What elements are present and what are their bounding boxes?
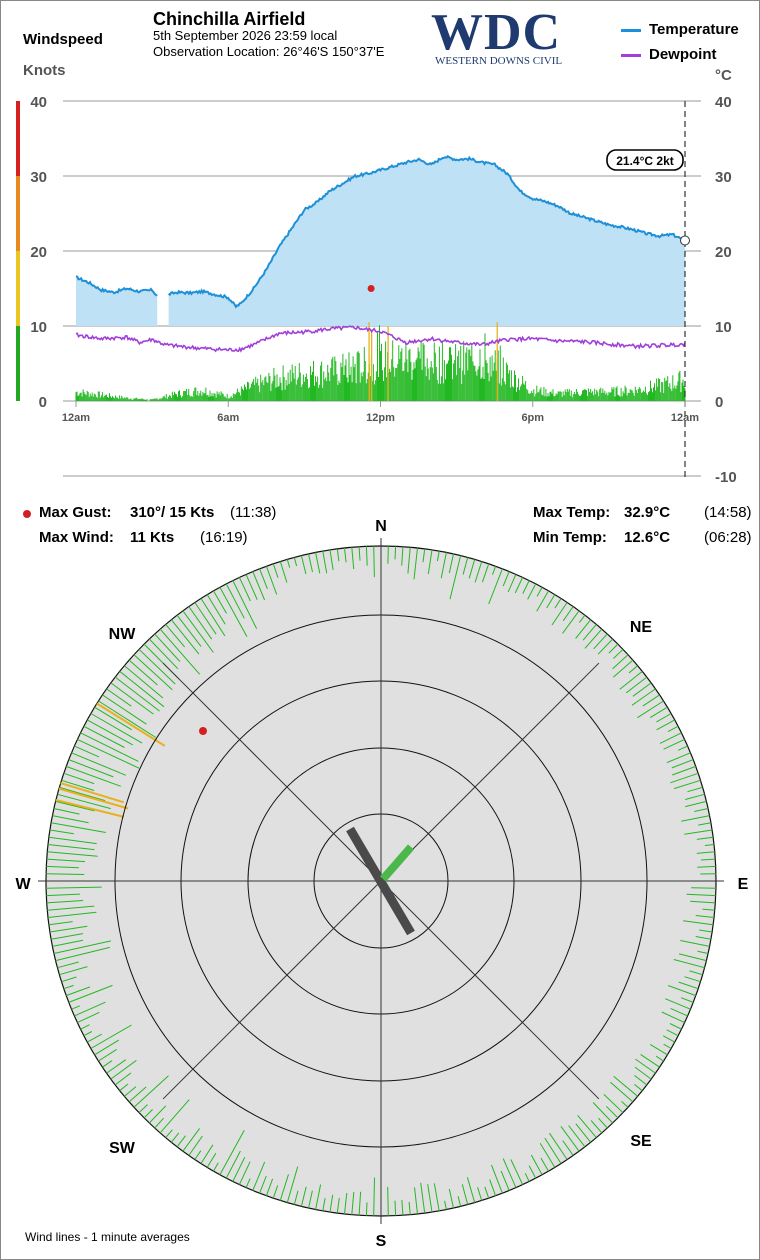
right-tick-label: 0 bbox=[715, 394, 723, 411]
compass-label-s: S bbox=[376, 1233, 387, 1250]
wind-scale-segment bbox=[16, 176, 20, 251]
wind-direction-line bbox=[691, 887, 716, 889]
x-tick-label: 12pm bbox=[366, 412, 395, 424]
right-tick-label: 10 bbox=[715, 319, 732, 336]
right-tick-label: -10 bbox=[715, 469, 737, 486]
compass-label-w: W bbox=[15, 876, 31, 893]
temperature-area bbox=[168, 156, 686, 326]
wind-scale-segment bbox=[16, 101, 20, 176]
left-tick-label: 30 bbox=[30, 169, 47, 186]
current-value-marker bbox=[680, 235, 690, 246]
compass-label-e: E bbox=[738, 876, 749, 893]
x-tick-label: 6pm bbox=[521, 412, 544, 424]
compass-label-ne: NE bbox=[630, 619, 653, 636]
compass-label-nw: NW bbox=[109, 626, 137, 643]
footer-note: Wind lines - 1 minute averages bbox=[25, 1230, 190, 1244]
wind-report-page: Windspeed Knots °C Chinchilla Airfield 5… bbox=[0, 0, 760, 1260]
time-series-chart: 0 10 20 30 40 -10 0 10 20 30 40 21.4°C 2kt 12am 6am 12… bbox=[16, 94, 737, 486]
left-tick-label: 10 bbox=[30, 319, 47, 336]
wind-direction-line bbox=[387, 1186, 389, 1216]
x-tick-label: 6am bbox=[217, 412, 239, 424]
x-tick-label: 12am bbox=[671, 412, 699, 424]
right-tick-label: 40 bbox=[715, 94, 732, 111]
x-tick-label: 12am bbox=[62, 412, 90, 424]
left-tick-label: 0 bbox=[39, 394, 47, 411]
compass-label-sw: SW bbox=[109, 1140, 136, 1157]
right-tick-label: 20 bbox=[715, 244, 732, 261]
compass-label-se: SE bbox=[630, 1133, 652, 1150]
left-tick-label: 40 bbox=[30, 94, 47, 111]
wind-direction-line bbox=[394, 546, 397, 560]
right-tick-label: 30 bbox=[715, 169, 732, 186]
wind-scale-segment bbox=[16, 251, 20, 326]
wind-direction-line bbox=[373, 546, 375, 578]
wind-direction-line bbox=[394, 1200, 397, 1216]
wind-rose-chart: N NE E SE S SW W NW bbox=[15, 518, 749, 1250]
left-tick-label: 20 bbox=[30, 244, 47, 261]
dewpoint-line bbox=[75, 325, 686, 353]
max-gust-rose-marker bbox=[199, 727, 207, 735]
max-gust-point bbox=[367, 285, 375, 292]
wind-scale-segment bbox=[16, 326, 20, 401]
wind-direction-line bbox=[365, 1202, 368, 1216]
readout-text: 21.4°C 2kt bbox=[616, 154, 674, 168]
compass-label-n: N bbox=[375, 518, 387, 535]
